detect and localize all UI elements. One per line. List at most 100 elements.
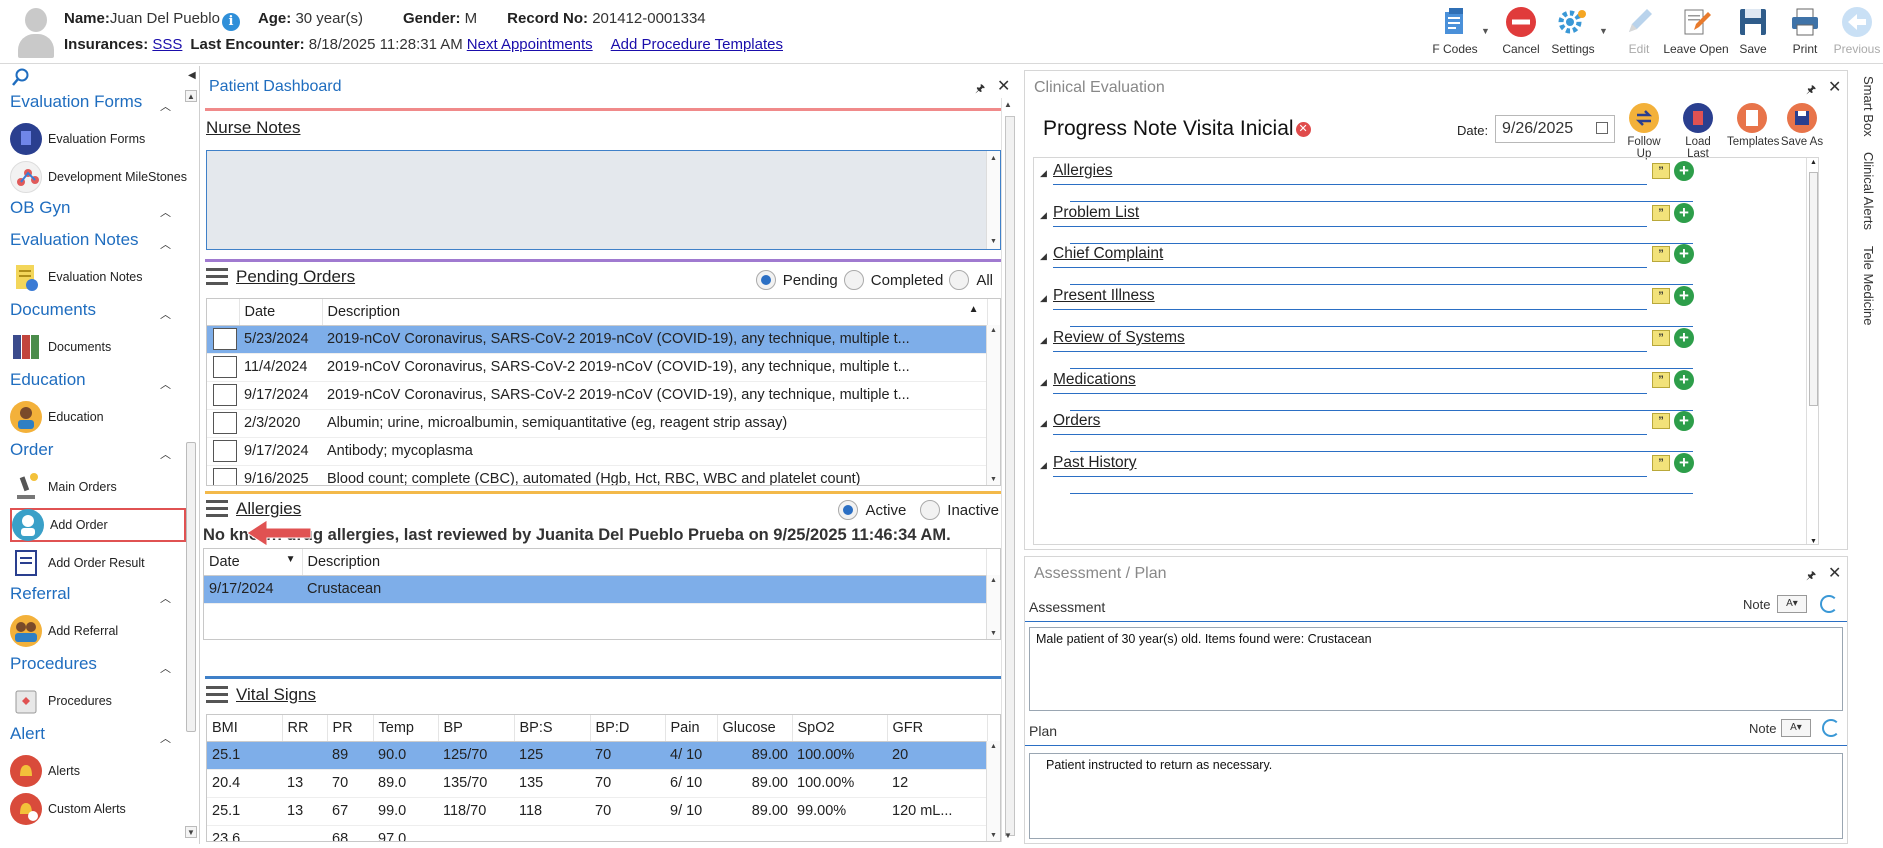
collapse-triangle-icon[interactable]: ◢ — [1040, 418, 1047, 429]
calendar-icon[interactable] — [1596, 122, 1608, 134]
text-template-dropdown[interactable]: A▾ — [1781, 719, 1811, 737]
add-icon[interactable]: + — [1674, 369, 1694, 390]
scroll-up-icon[interactable]: ▲ — [1004, 100, 1012, 109]
filter-active-radio[interactable]: Active — [838, 500, 906, 520]
table-row[interactable]: 25.1 89 90.0 125/70 125 70 4/ 10 89.00 100.00% 20 — [207, 741, 987, 770]
chevron-up-icon[interactable]: ︿ — [160, 306, 171, 322]
sidebar-scrollbar[interactable]: ▲ ▼ — [183, 66, 199, 844]
column-header-date[interactable]: Date — [239, 299, 323, 326]
chevron-up-icon[interactable]: ︿ — [160, 236, 171, 252]
filter-pending-radio[interactable]: Pending — [755, 270, 838, 290]
add-icon[interactable]: + — [1674, 411, 1694, 432]
add-procedure-templates-link[interactable]: Add Procedure Templates — [611, 36, 783, 53]
row-checkbox[interactable] — [207, 437, 239, 466]
leave-open-button[interactable]: Leave Open — [1663, 4, 1729, 60]
row-checkbox[interactable] — [207, 353, 239, 382]
chevron-up-icon[interactable]: ︿ — [160, 98, 171, 114]
table-row[interactable]: 25.1 13 67 99.0 118/70 118 70 9/ 10 89.00 99.00% 1… — [207, 797, 987, 826]
evaluation-section[interactable]: ◢ Past History ” + — [1034, 450, 1818, 500]
quote-icon[interactable]: ” — [1652, 413, 1670, 430]
nurse-notes-scrollbar[interactable]: ▲ ▼ — [986, 151, 1000, 249]
scroll-down-icon[interactable]: ▼ — [1004, 831, 1012, 840]
chevron-up-icon[interactable]: ︿ — [160, 446, 171, 462]
chevron-up-icon[interactable]: ︿ — [160, 730, 171, 746]
chevron-up-icon[interactable]: ︿ — [160, 376, 171, 392]
column-header[interactable]: BP:D — [590, 715, 666, 742]
row-checkbox[interactable] — [207, 381, 239, 410]
section-evaluation-notes[interactable]: Evaluation Notes — [10, 230, 139, 250]
section-procedures[interactable]: Procedures — [10, 654, 97, 674]
sidebar-item-education[interactable]: Education — [10, 400, 186, 434]
section-alert[interactable]: Alert — [10, 724, 45, 744]
scrollbar-thumb[interactable] — [1005, 116, 1015, 836]
chevron-up-icon[interactable]: ︿ — [160, 204, 171, 220]
templates-button[interactable]: Templates — [1727, 103, 1779, 148]
section-title[interactable]: Past History — [1053, 454, 1137, 472]
column-header[interactable]: BMI — [207, 715, 283, 742]
section-title[interactable]: Allergies — [1053, 162, 1112, 180]
close-icon[interactable]: ✕ — [997, 76, 1010, 96]
settings-dropdown-icon[interactable]: ▼ — [1599, 4, 1613, 60]
sidebar-item-alerts[interactable]: Alerts — [10, 754, 186, 788]
sidebar-item-procedures[interactable]: Procedures — [10, 684, 186, 718]
quote-icon[interactable]: ” — [1652, 371, 1670, 388]
column-header-date[interactable]: Date ▼ — [204, 549, 303, 576]
row-checkbox[interactable] — [207, 465, 239, 485]
section-title[interactable]: Orders — [1053, 412, 1100, 430]
column-header[interactable]: PR — [327, 715, 374, 742]
table-row[interactable]: 9/17/2024 Crustacean — [204, 575, 986, 604]
quote-icon[interactable]: ” — [1652, 329, 1670, 346]
section-title[interactable]: Present Illness — [1053, 287, 1155, 305]
column-header[interactable]: SpO2 — [792, 715, 888, 742]
print-button[interactable]: Print — [1779, 4, 1831, 60]
sidebar-item-evaluation-forms[interactable]: Evaluation Forms — [10, 122, 186, 156]
collapse-triangle-icon[interactable]: ◢ — [1040, 335, 1047, 346]
section-title[interactable]: Review of Systems — [1053, 329, 1185, 347]
orders-scrollbar[interactable]: ▲ ▼ — [986, 325, 1000, 485]
add-icon[interactable]: + — [1674, 286, 1694, 307]
follow-up-button[interactable]: Follow Up — [1619, 103, 1669, 160]
dashboard-scrollbar[interactable]: ▲ ▼ — [1001, 98, 1017, 842]
save-button[interactable]: Save — [1727, 4, 1779, 60]
tab-tele-medicine[interactable]: Tele Medicine — [1861, 246, 1876, 326]
table-row[interactable]: 11/4/2024 2019-nCoV Coronavirus, SARS-CoV… — [207, 353, 987, 382]
load-last-button[interactable]: Load Last — [1673, 103, 1723, 160]
tab-clinical-alerts[interactable]: Clinical Alerts — [1861, 152, 1876, 230]
sidebar-item-evaluation-notes[interactable]: Evaluation Notes — [10, 260, 186, 294]
section-title[interactable]: Medications — [1053, 371, 1136, 389]
column-header[interactable]: BP — [438, 715, 515, 742]
sidebar-item-add-order[interactable]: Add Order — [10, 508, 186, 542]
plan-textarea[interactable]: Patient instructed to return as necessar… — [1029, 753, 1843, 839]
row-checkbox[interactable] — [207, 409, 239, 438]
chevron-up-icon[interactable]: ︿ — [160, 660, 171, 676]
remove-note-icon[interactable]: ✕ — [1295, 122, 1311, 137]
section-documents[interactable]: Documents — [10, 300, 96, 320]
info-icon[interactable]: i — [221, 13, 240, 31]
column-header[interactable]: RR — [282, 715, 328, 742]
section-evaluation-forms[interactable]: Evaluation Forms — [10, 92, 142, 112]
row-checkbox[interactable] — [207, 325, 239, 354]
sidebar-item-add-referral[interactable]: Add Referral — [10, 614, 186, 648]
quote-icon[interactable]: ” — [1652, 204, 1670, 221]
collapse-triangle-icon[interactable]: ◢ — [1040, 293, 1047, 304]
refresh-icon[interactable] — [1822, 719, 1840, 737]
table-row[interactable]: 20.4 13 70 89.0 135/70 135 70 6/ 10 89.00 100.00%… — [207, 769, 987, 798]
table-row[interactable]: 2/3/2020 Albumin; urine, microalbumin, se… — [207, 409, 987, 438]
nurse-notes-input[interactable]: ▲ ▼ — [206, 150, 1001, 250]
column-header[interactable]: Glucose — [717, 715, 793, 742]
scroll-down-icon[interactable]: ▼ — [185, 826, 197, 838]
quote-icon[interactable]: ” — [1652, 163, 1670, 179]
pin-icon[interactable]: 🖈 — [1806, 567, 1816, 586]
sidebar-item-documents[interactable]: Documents — [10, 330, 186, 364]
sidebar-item-development-milestones[interactable]: Development MileStones — [10, 160, 187, 194]
next-appointments-link[interactable]: Next Appointments — [467, 36, 593, 53]
quote-icon[interactable]: ” — [1652, 454, 1670, 471]
close-icon[interactable]: ✕ — [1828, 77, 1841, 97]
sidebar-item-add-order-result[interactable]: Add Order Result — [10, 546, 186, 580]
refresh-icon[interactable] — [1820, 595, 1838, 613]
add-icon[interactable]: + — [1674, 452, 1694, 473]
tab-smart-box[interactable]: Smart Box — [1861, 76, 1876, 137]
collapse-triangle-icon[interactable]: ◢ — [1040, 460, 1047, 471]
filter-completed-radio[interactable]: Completed — [843, 270, 943, 290]
add-icon[interactable]: + — [1674, 161, 1694, 181]
